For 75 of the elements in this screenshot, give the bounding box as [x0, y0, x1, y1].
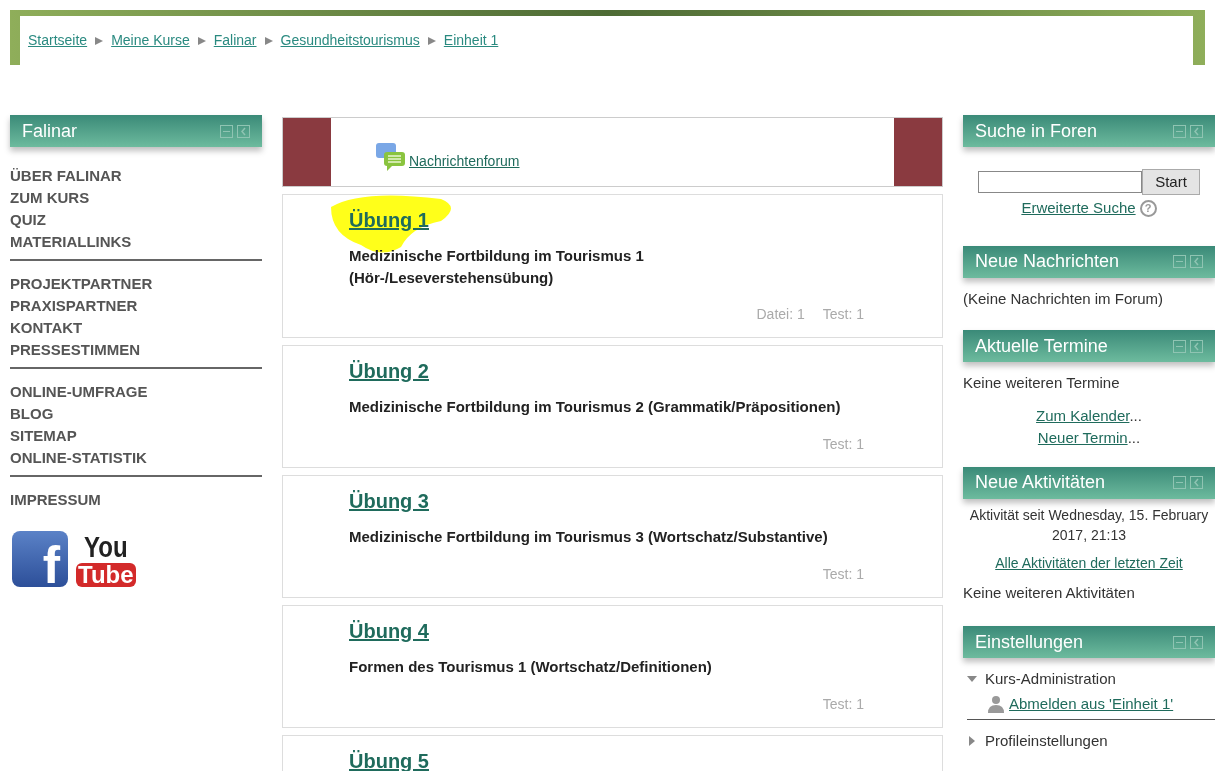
dock-icon[interactable] — [1190, 124, 1203, 138]
menu-link[interactable]: ZUM KURS — [10, 187, 262, 209]
collapsed-triangle-icon[interactable] — [967, 736, 977, 747]
dock-icon[interactable] — [1190, 476, 1203, 489]
activity-count: Test: 1 — [822, 695, 864, 714]
side-band — [894, 118, 942, 186]
section-description: Formen des Tourismus 1 (Wortschatz/Definitionen) — [349, 657, 713, 677]
all-activities-link[interactable]: Alle Aktivitäten der letzten Zeit — [995, 554, 1183, 571]
separator-icon — [95, 36, 104, 45]
collapse-icon[interactable] — [1173, 476, 1186, 489]
section-title-link[interactable]: Übung 4 — [349, 616, 864, 646]
breadcrumb-link[interactable]: Einheit 1 — [443, 30, 499, 51]
menu-link[interactable]: MATERIALLINKS — [10, 231, 262, 253]
dock-icon[interactable] — [1190, 339, 1203, 353]
collapse-icon[interactable] — [1173, 635, 1186, 649]
dock-icon[interactable] — [1190, 635, 1203, 649]
breadcrumb-link[interactable]: Meine Kurse — [111, 30, 190, 51]
activity-count: Test: 1 — [822, 435, 864, 454]
search-field[interactable] — [978, 171, 1143, 193]
separator-icon — [264, 36, 273, 45]
breadcrumb-link[interactable]: Gesundheitstourismus — [280, 30, 420, 51]
breadcrumb-link[interactable]: Startseite — [28, 30, 88, 51]
chat-bubbles-icon — [375, 142, 407, 172]
tree-item[interactable]: Profileinstellungen — [985, 730, 1108, 753]
collapse-icon[interactable] — [1173, 339, 1186, 353]
tree-link[interactable]: Abmelden aus 'Einheit 1' — [1009, 692, 1174, 715]
menu-link[interactable]: QUIZ — [10, 209, 262, 231]
youtube-logo[interactable]: You Tube — [76, 535, 136, 587]
menu-link[interactable]: ONLINE-STATISTIK — [10, 447, 262, 469]
section-title-link[interactable]: Übung 1 — [349, 205, 864, 235]
news-text: (Keine Nachrichten im Forum) — [963, 288, 1165, 309]
breadcrumb-link[interactable]: Falinar — [213, 30, 257, 51]
block-title: Suche in Foren — [975, 119, 1098, 143]
activity-text: Keine weiteren Aktivitäten — [963, 582, 1136, 603]
side-band — [283, 118, 331, 186]
start-button[interactable]: Start — [1142, 169, 1200, 195]
block-title: Falinar — [22, 119, 78, 143]
calendar-link[interactable]: Neuer Termin... — [1037, 426, 1141, 449]
block-title: Einstellungen — [975, 630, 1084, 654]
menu-link[interactable]: ÜBER FALINAR — [10, 165, 262, 187]
forum-link[interactable]: Nachrichtenforum — [409, 151, 520, 172]
activity-count: Datei: 1 — [756, 305, 805, 324]
menu-link[interactable]: PRAXISPARTNER — [10, 295, 262, 317]
section-description: Medizinische Fortbildung im Tourismus 2 (Grammatik/Präpositionen) — [349, 397, 842, 417]
block-title: Neue Aktivitäten — [975, 471, 1106, 494]
menu-link[interactable]: BLOG — [10, 403, 262, 425]
menu-link[interactable]: PRESSESTIMMEN — [10, 339, 262, 361]
separator-icon — [197, 36, 206, 45]
block-title: Neue Nachrichten — [975, 250, 1120, 273]
advanced-search-link[interactable]: Erweiterte Suche — [1021, 197, 1136, 220]
dock-icon[interactable] — [237, 124, 250, 138]
menu-link[interactable]: SITEMAP — [10, 425, 262, 447]
block-title: Aktuelle Termine — [975, 334, 1108, 358]
section-title-link[interactable]: Übung 3 — [349, 486, 864, 516]
tree-item[interactable]: Kurs-Administration — [985, 668, 1116, 691]
collapse-icon[interactable] — [1173, 124, 1186, 138]
menu-link[interactable]: KONTAKT — [10, 317, 262, 339]
menu-link[interactable]: PROJEKTPARTNER — [10, 273, 262, 295]
section-description: Medizinische Fortbildung im Tourismus 1 — [349, 246, 645, 266]
collapse-icon[interactable] — [220, 124, 233, 138]
section-description: Medizinische Fortbildung im Tourismus 3 (Wortschatz/Substantive) — [349, 527, 829, 547]
person-icon — [987, 694, 1005, 713]
section-title-link[interactable]: Übung 2 — [349, 356, 864, 386]
activity-since: Aktivität seit Wednesday, 15. February 2017, 21:13 — [968, 505, 1210, 545]
activity-count: Test: 1 — [822, 305, 864, 324]
section-description: (Hör-/Leseverstehensübung) — [349, 268, 555, 288]
dock-icon[interactable] — [1190, 255, 1203, 268]
events-text: Keine weiteren Termine — [963, 373, 1121, 393]
facebook-icon[interactable]: f — [12, 531, 68, 587]
menu-link[interactable]: IMPRESSUM — [10, 489, 262, 511]
separator-icon — [427, 36, 436, 45]
calendar-link[interactable]: Zum Kalender... — [1036, 404, 1142, 427]
collapse-icon[interactable] — [1173, 255, 1186, 268]
activity-count: Test: 1 — [822, 565, 864, 584]
menu-link[interactable]: ONLINE-UMFRAGE — [10, 381, 262, 403]
